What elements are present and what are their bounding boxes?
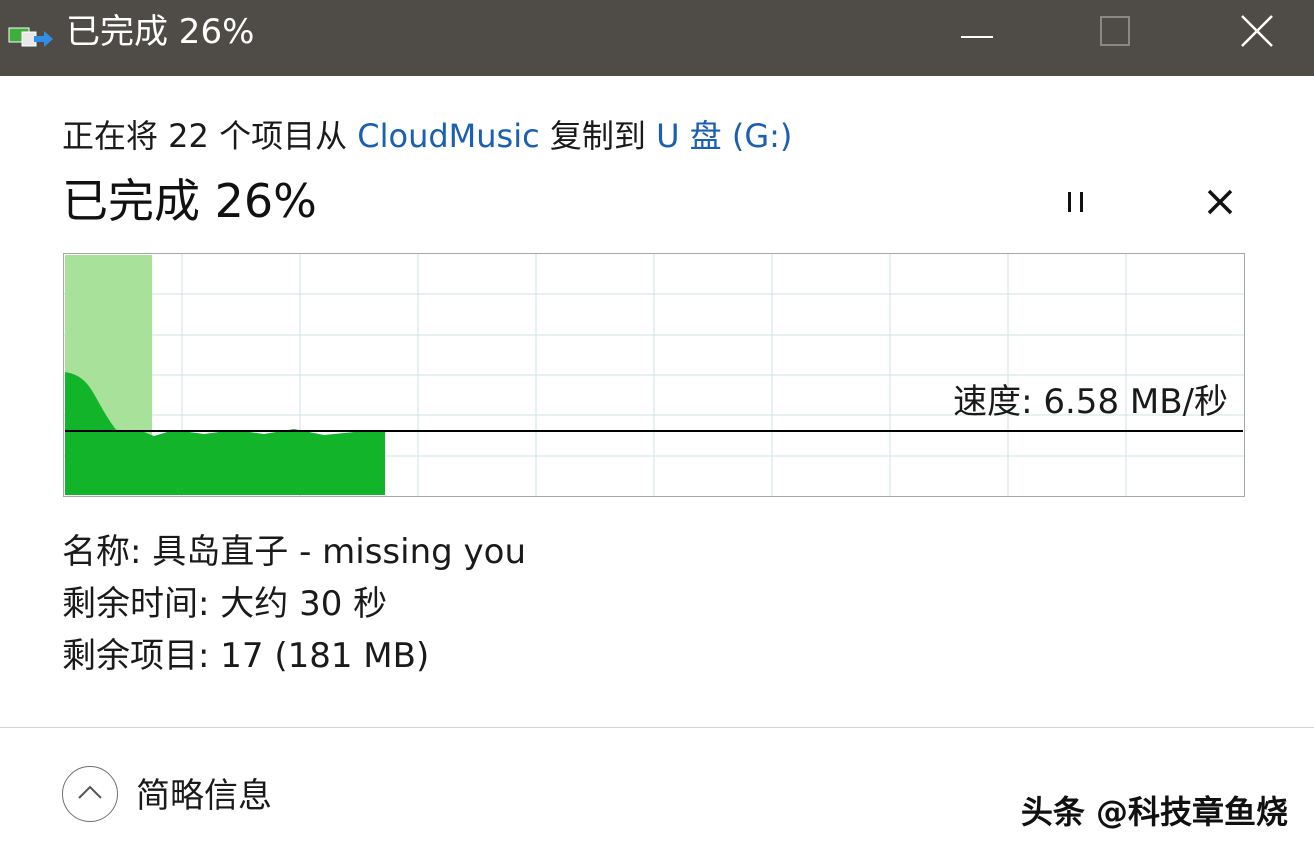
items-remaining: 剩余项目: 17 (181 MB) bbox=[62, 636, 430, 676]
close-window-button[interactable] bbox=[1212, 0, 1302, 66]
chevron-up-icon bbox=[77, 784, 103, 804]
source-folder-link[interactable]: CloudMusic bbox=[357, 117, 539, 155]
destination-drive-link[interactable]: U 盘 (G:) bbox=[656, 117, 792, 155]
dialog-footer: 简略信息 头条 @科技章鱼烧 bbox=[0, 728, 1314, 854]
minimize-button[interactable] bbox=[932, 0, 1022, 66]
cancel-copy-button[interactable] bbox=[1198, 182, 1242, 226]
cancel-icon bbox=[1207, 189, 1233, 219]
copy-progress-dialog: 已完成 26% 正在将 22 个项目从 CloudMusic 复制到 U 盘 (… bbox=[0, 0, 1314, 854]
copy-summary: 正在将 22 个项目从 CloudMusic 复制到 U 盘 (G:) bbox=[62, 112, 792, 160]
summary-middle: 复制到 bbox=[539, 117, 657, 155]
summary-prefix: 正在将 22 个项目从 bbox=[62, 117, 358, 155]
close-icon bbox=[1241, 15, 1273, 51]
pause-button[interactable] bbox=[1054, 182, 1098, 226]
fewer-details-button[interactable] bbox=[62, 766, 118, 822]
maximize-button[interactable] bbox=[1070, 0, 1160, 66]
speed-graph-canvas bbox=[64, 254, 1244, 496]
fewer-details-label[interactable]: 简略信息 bbox=[136, 772, 272, 820]
title-bar: 已完成 26% bbox=[0, 0, 1314, 76]
minimize-icon bbox=[961, 24, 993, 43]
watermark-text: 头条 @科技章鱼烧 bbox=[1020, 793, 1288, 831]
file-name: 名称: 具岛直子 - missing you bbox=[62, 532, 526, 572]
file-copy-icon bbox=[8, 22, 54, 52]
pause-icon bbox=[1064, 190, 1088, 218]
speed-label: 速度: 6.58 MB/秒 bbox=[953, 382, 1228, 422]
progress-heading: 已完成 26% bbox=[62, 174, 317, 228]
window-title: 已完成 26% bbox=[66, 12, 255, 52]
maximize-icon bbox=[1100, 16, 1130, 50]
transfer-speed-graph: 速度: 6.58 MB/秒 bbox=[63, 253, 1245, 497]
time-remaining: 剩余时间: 大约 30 秒 bbox=[62, 584, 388, 624]
